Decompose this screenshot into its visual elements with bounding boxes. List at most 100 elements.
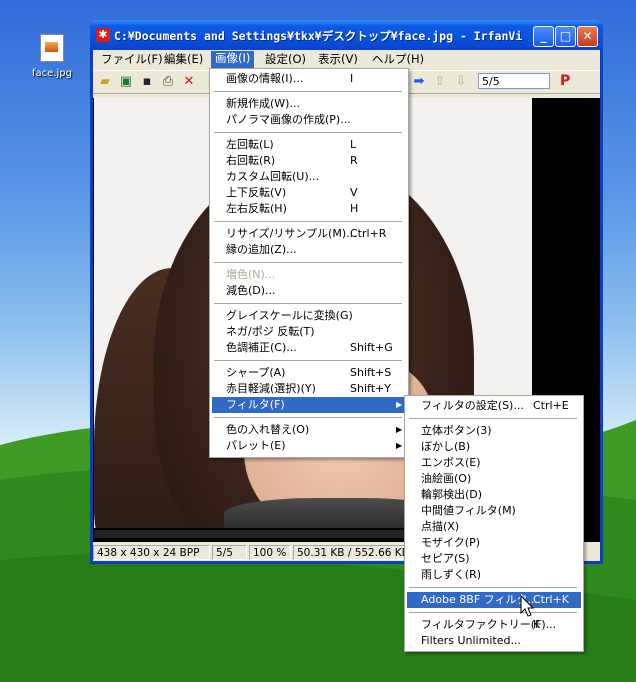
- delete-icon[interactable]: ✕: [181, 74, 197, 90]
- menu-item-label: ぼかし(B): [421, 440, 471, 453]
- title-bar[interactable]: ✱ C:¥Documents and Settings¥tkx¥デスクトップ¥f…: [90, 20, 603, 50]
- menu-item-label: 新規作成(W)...: [226, 97, 300, 110]
- maximize-button[interactable]: □: [555, 26, 576, 47]
- menu-item-resize[interactable]: リサイズ/リサンプル(M)... Ctrl+R: [212, 226, 404, 242]
- menu-item-decrease-colors[interactable]: 減色(D)...: [212, 283, 404, 299]
- status-filesize: 50.31 KB / 552.66 KB: [293, 545, 406, 560]
- menu-item-shortcut: I: [350, 72, 354, 85]
- menu-item-shortcut: K: [533, 618, 541, 631]
- page-number-field[interactable]: 5/5: [478, 73, 550, 89]
- menu-item-label: エンボス(E): [421, 456, 481, 469]
- status-zoom: 100 %: [249, 545, 291, 560]
- menu-item-filter-factory[interactable]: フィルタファクトリー(F)... K: [407, 617, 579, 633]
- close-button[interactable]: ✕: [577, 26, 598, 47]
- menu-item-swap-colors[interactable]: 色の入れ替え(O) ▶: [212, 422, 404, 438]
- menu-item-grayscale[interactable]: グレイスケールに変換(G): [212, 308, 404, 324]
- menu-item-label: フィルタの設定(S)...: [421, 399, 524, 412]
- menu-item-add-border[interactable]: 縁の追加(Z)...: [212, 242, 404, 258]
- menu-item-label: シャープ(A): [226, 366, 286, 379]
- menu-item-pointillism[interactable]: 点描(X): [407, 519, 579, 535]
- menu-view[interactable]: 表示(V): [314, 52, 362, 68]
- menu-item-label: 上下反転(V): [226, 186, 287, 199]
- menu-item-flip-horizontal[interactable]: 左右反転(H) H: [212, 201, 404, 217]
- menu-separator: [214, 303, 402, 304]
- minimize-button[interactable]: _: [533, 26, 554, 47]
- menu-item-filter-settings[interactable]: フィルタの設定(S)... Ctrl+E: [407, 398, 579, 414]
- menu-item-sepia[interactable]: セピア(S): [407, 551, 579, 567]
- menu-item-label: フィルタ(F): [226, 398, 285, 411]
- menu-item-edge-detect[interactable]: 輪郭検出(D): [407, 487, 579, 503]
- filter-submenu: フィルタの設定(S)... Ctrl+E 立体ボタン(3) ぼかし(B) エンボス…: [404, 395, 584, 652]
- menu-item-label: 左右反転(H): [226, 202, 287, 215]
- menu-image[interactable]: 画像(I): [211, 51, 255, 68]
- menu-item-label: ネガ/ポジ 反転(T): [226, 325, 315, 338]
- submenu-arrow-icon: ▶: [396, 441, 403, 450]
- open-folder-icon[interactable]: ▰: [97, 74, 113, 90]
- mouse-cursor-icon: [520, 595, 535, 617]
- next-arrow-icon[interactable]: ➡: [411, 74, 427, 90]
- menu-item-median-filter[interactable]: 中間値フィルタ(M): [407, 503, 579, 519]
- menu-item-sharpen[interactable]: シャープ(A) Shift+S: [212, 365, 404, 381]
- menu-item-filters-unlimited[interactable]: Filters Unlimited...: [407, 633, 579, 648]
- menu-item-shortcut: Shift+S: [350, 366, 392, 379]
- menu-item-label: 色調補正(C)...: [226, 341, 297, 354]
- menu-item-shortcut: Ctrl+E: [533, 399, 569, 412]
- menu-item-label: 油絵画(O): [421, 472, 472, 485]
- menu-item-label: 点描(X): [421, 520, 460, 533]
- menu-item-panorama[interactable]: パノラマ画像の作成(P)...: [212, 112, 404, 128]
- menu-item-mosaic[interactable]: モザイク(P): [407, 535, 579, 551]
- menu-edit[interactable]: 編集(E): [160, 52, 207, 68]
- menu-item-label: 中間値フィルタ(M): [421, 504, 516, 517]
- menu-item-label: 雨しずく(R): [421, 568, 482, 581]
- menu-item-filter[interactable]: フィルタ(F) ▶: [212, 397, 406, 413]
- menu-separator: [214, 132, 402, 133]
- save-icon[interactable]: ▪: [139, 74, 155, 90]
- menu-item-red-eye[interactable]: 赤目軽減(選択)(Y) Shift+Y: [212, 381, 404, 397]
- menu-file[interactable]: ファイル(F): [97, 52, 167, 68]
- menu-item-color-correction[interactable]: 色調補正(C)... Shift+G: [212, 340, 404, 356]
- menu-item-label: パレット(E): [226, 439, 286, 452]
- menu-item-raindrops[interactable]: 雨しずく(R): [407, 567, 579, 583]
- menu-item-increase-colors: 増色(N)...: [212, 267, 404, 283]
- app-icon[interactable]: ✱: [96, 28, 110, 42]
- menu-separator: [214, 221, 402, 222]
- menu-item-label: 縁の追加(Z)...: [226, 243, 297, 256]
- menu-separator: [409, 587, 577, 588]
- menu-separator: [214, 91, 402, 92]
- menu-item-3d-button[interactable]: 立体ボタン(3): [407, 423, 579, 439]
- menu-item-shortcut: Shift+G: [350, 341, 393, 354]
- menu-item-label: 減色(D)...: [226, 284, 276, 297]
- menu-item-new[interactable]: 新規作成(W)...: [212, 96, 404, 112]
- image-file-icon: [40, 34, 64, 62]
- menu-item-label: セピア(S): [421, 552, 470, 565]
- p-icon[interactable]: P: [560, 73, 570, 89]
- submenu-arrow-icon: ▶: [396, 400, 403, 409]
- print-icon[interactable]: ⎙: [160, 74, 176, 90]
- menu-item-negative[interactable]: ネガ/ポジ 反転(T): [212, 324, 404, 340]
- menu-item-emboss[interactable]: エンボス(E): [407, 455, 579, 471]
- menu-item-flip-vertical[interactable]: 上下反転(V) V: [212, 185, 404, 201]
- menu-item-adobe-8bf[interactable]: Adobe 8BF フィルタ... Ctrl+K: [407, 592, 581, 608]
- menu-item-palette[interactable]: パレット(E) ▶: [212, 438, 404, 454]
- desktop-file-icon[interactable]: face.jpg: [26, 34, 78, 79]
- thumbnails-icon[interactable]: ▣: [118, 74, 134, 90]
- menu-settings[interactable]: 設定(O): [261, 52, 310, 68]
- desktop-icon-label: face.jpg: [32, 68, 72, 79]
- menu-item-rotate-left[interactable]: 左回転(L) L: [212, 137, 404, 153]
- menu-item-blur[interactable]: ぼかし(B): [407, 439, 579, 455]
- menu-item-oil-paint[interactable]: 油絵画(O): [407, 471, 579, 487]
- menu-item-shortcut: V: [350, 186, 358, 199]
- submenu-arrow-icon: ▶: [396, 425, 403, 434]
- down-arrow-icon[interactable]: ⇩: [453, 74, 469, 90]
- menu-help[interactable]: ヘルプ(H): [368, 52, 428, 68]
- status-dimensions: 438 x 430 x 24 BPP: [93, 545, 210, 560]
- menu-item-label: カスタム回転(U)...: [226, 170, 320, 183]
- up-arrow-icon[interactable]: ⇧: [432, 74, 448, 90]
- menu-item-shortcut: Ctrl+K: [533, 593, 570, 606]
- menu-item-label: 輪郭検出(D): [421, 488, 483, 501]
- menu-item-rotate-right[interactable]: 右回転(R) R: [212, 153, 404, 169]
- menu-item-label: グレイスケールに変換(G): [226, 309, 353, 322]
- menu-item-image-info[interactable]: 画像の情報(I)... I: [212, 71, 404, 87]
- menu-separator: [214, 262, 402, 263]
- menu-item-custom-rotate[interactable]: カスタム回転(U)...: [212, 169, 404, 185]
